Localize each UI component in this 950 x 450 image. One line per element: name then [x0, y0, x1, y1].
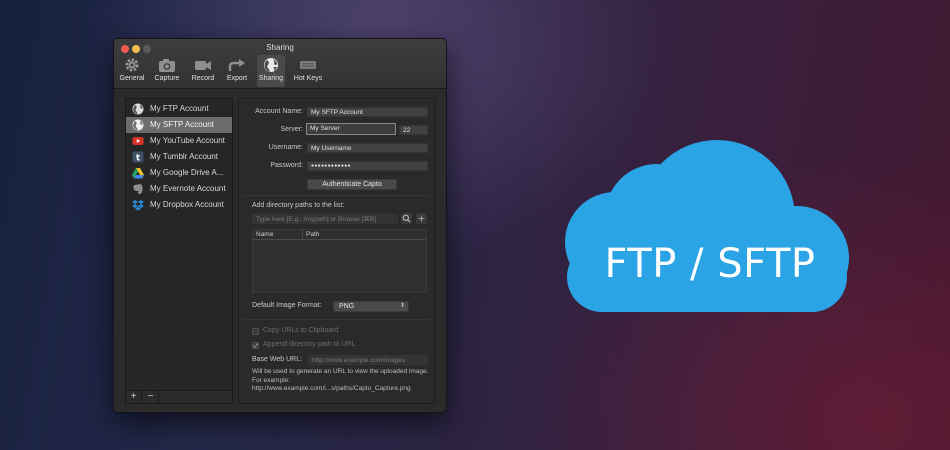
add-account-button[interactable]: + — [126, 391, 142, 403]
video-camera-icon — [195, 61, 211, 70]
toolbar-record[interactable]: Record — [188, 55, 218, 87]
title-bar: Sharing General Capture Record Export Sh… — [114, 39, 446, 89]
base-url-help-text: Will be used to generate an URL to view … — [252, 368, 429, 392]
add-path-icon[interactable] — [416, 213, 427, 224]
sidebar-item-youtube-account[interactable]: My YouTube Account — [126, 133, 232, 149]
column-header-name[interactable]: Name — [253, 230, 303, 240]
password-label: Password: — [270, 162, 303, 169]
globe-icon — [264, 58, 278, 72]
toolbar-capture-label: Capture — [154, 75, 180, 82]
cloud-icon — [565, 140, 849, 312]
column-header-path[interactable]: Path — [303, 230, 426, 240]
account-settings-panel: Account Name: My SFTP Account Server: My… — [238, 98, 436, 404]
base-web-url-field[interactable]: http://www.example.com/images — [308, 355, 428, 365]
image-format-select[interactable]: PNG ⬍ — [333, 301, 409, 312]
accounts-sidebar: My FTP Account My SFTP Account My YouTub… — [125, 98, 233, 404]
sidebar-item-tumblr-account[interactable]: t My Tumblr Account — [126, 149, 232, 165]
toolbar-capture[interactable]: Capture — [152, 55, 182, 87]
username-label: Username: — [268, 144, 303, 151]
window-title: Sharing — [266, 43, 294, 52]
copy-urls-checkbox[interactable] — [252, 328, 259, 335]
section-divider — [243, 195, 431, 196]
account-name-field[interactable]: My SFTP Account — [307, 107, 428, 117]
toolbar-general[interactable]: General — [117, 55, 147, 87]
toolbar-record-label: Record — [191, 75, 215, 82]
sidebar-item-google-drive-account[interactable]: My Google Drive A... — [126, 165, 232, 181]
sidebar-item-ftp-account[interactable]: My FTP Account — [126, 101, 232, 117]
sidebar-item-evernote-account[interactable]: My Evernote Account — [126, 181, 232, 197]
globe-icon — [132, 103, 144, 115]
image-format-value: PNG — [339, 303, 355, 310]
sharing-preferences-window: Sharing General Capture Record Export Sh… — [113, 38, 447, 413]
sidebar-item-label: My SFTP Account — [150, 120, 214, 129]
export-arrow-icon — [228, 59, 245, 71]
sidebar-item-dropbox-account[interactable]: My Dropbox Account — [126, 197, 232, 213]
toolbar-general-label: General — [119, 75, 145, 82]
toolbar-sharing[interactable]: Sharing — [257, 55, 285, 87]
sidebar-item-label: My YouTube Account — [150, 136, 225, 145]
banner-title: FTP / SFTP — [604, 241, 816, 287]
checkmark-icon — [252, 343, 259, 349]
sidebar-item-label: My Tumblr Account — [150, 152, 219, 161]
sidebar-item-label: My Google Drive A... — [150, 168, 224, 177]
sidebar-item-label: My Evernote Account — [150, 184, 226, 193]
section-divider — [243, 319, 431, 320]
tumblr-icon: t — [132, 151, 144, 163]
authenticate-button[interactable]: Authenticate Capto — [307, 179, 397, 190]
gear-icon — [125, 58, 139, 72]
youtube-icon — [132, 137, 144, 145]
toolbar-export[interactable]: Export — [222, 55, 252, 87]
sidebar-item-label: My FTP Account — [150, 104, 209, 113]
camera-icon — [159, 59, 175, 72]
sidebar-footer: + − — [126, 390, 232, 403]
keyboard-icon — [300, 61, 316, 69]
base-web-url-label: Base Web URL: — [252, 356, 303, 363]
directory-paths-table[interactable]: Name Path — [252, 229, 427, 293]
toolbar-export-label: Export — [226, 75, 248, 82]
google-drive-icon — [132, 168, 144, 179]
directory-path-input[interactable]: Type here [E.g.: /mypath] or Browse [⌘B] — [252, 214, 398, 224]
default-image-format-label: Default Image Format: — [252, 302, 322, 309]
directory-paths-heading: Add directory paths to the list: — [252, 202, 345, 209]
server-label: Server: — [280, 126, 303, 133]
server-field[interactable]: My Server — [306, 123, 396, 135]
globe-icon — [132, 119, 144, 131]
password-field[interactable]: ●●●●●●●●●●●● — [307, 161, 428, 171]
append-path-label: Append directory path to URL — [263, 341, 356, 348]
account-name-label: Account Name: — [255, 108, 303, 115]
search-icon[interactable] — [401, 213, 412, 224]
toolbar-hot-keys[interactable]: Hot Keys — [291, 55, 325, 87]
username-field[interactable]: My Username — [307, 143, 428, 153]
remove-account-button[interactable]: − — [143, 391, 159, 403]
evernote-icon — [133, 184, 143, 195]
toolbar-sharing-label: Sharing — [258, 75, 284, 82]
svg-text:t: t — [136, 153, 141, 163]
up-down-chevron-icon: ⬍ — [399, 303, 405, 309]
sidebar-item-sftp-account[interactable]: My SFTP Account — [126, 117, 232, 133]
toolbar-hot-keys-label: Hot Keys — [293, 75, 323, 82]
append-path-checkbox[interactable] — [252, 342, 259, 349]
sidebar-item-label: My Dropbox Account — [150, 200, 224, 209]
dropbox-icon — [132, 200, 144, 211]
copy-urls-label: Copy URLs to Clipboard — [263, 327, 339, 334]
port-field[interactable]: 22 — [399, 125, 428, 135]
